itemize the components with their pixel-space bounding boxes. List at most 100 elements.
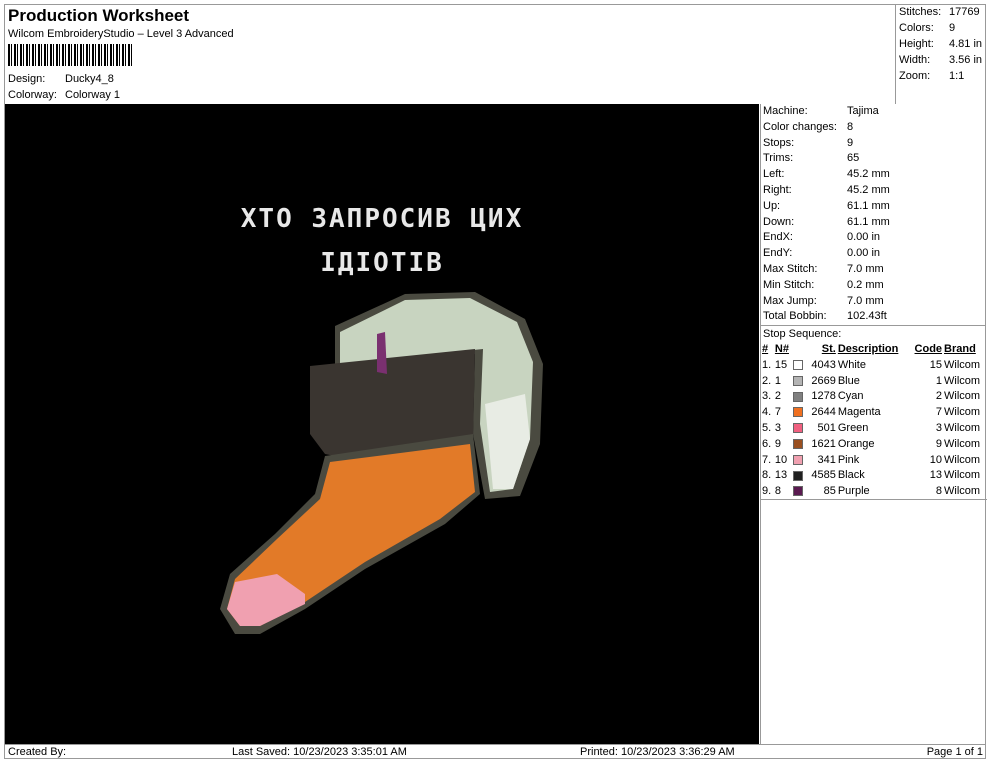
stop-index: 5. xyxy=(762,422,772,435)
machine-row: Machine: Tajima xyxy=(761,104,986,120)
stop-sequence-title: Stop Sequence: xyxy=(761,325,986,341)
colorway: Colorway: Colorway 1 xyxy=(8,89,120,101)
column-header: Description xyxy=(837,343,899,356)
design-name: Design: Ducky4_8 xyxy=(8,73,114,85)
design-label: Design: xyxy=(8,73,46,85)
color-description: Purple xyxy=(837,484,870,497)
stat-label: Height: xyxy=(899,38,934,50)
stat-label: Stitches: xyxy=(899,6,942,18)
stop-row: 9. 8 85 Purple 8 Wilcom xyxy=(761,483,987,499)
stop-row: 2. 1 2669 Blue 1 Wilcom xyxy=(761,373,987,389)
machine-row: Up: 61.1 mm xyxy=(761,199,986,215)
page-title: Production Worksheet xyxy=(8,6,190,25)
brand: Wilcom xyxy=(944,358,981,371)
color-code: 9 xyxy=(935,437,943,450)
needle-number: 7 xyxy=(774,406,782,419)
stitch-count: 341 xyxy=(817,453,836,466)
brand: Wilcom xyxy=(944,453,981,466)
stat-value: 1:1 xyxy=(949,70,965,82)
machine-label: EndX: xyxy=(763,231,793,244)
stat-label: Zoom: xyxy=(899,70,931,82)
color-swatch-cell xyxy=(792,436,806,452)
color-description: Black xyxy=(837,469,865,482)
printed-date: Printed: 10/23/2023 3:36:29 AM xyxy=(580,746,735,758)
page-number: Page 1 of 1 xyxy=(926,746,983,758)
machine-label: Total Bobbin: xyxy=(763,310,827,323)
color-swatch-cell xyxy=(792,420,806,436)
color-swatch-cell xyxy=(792,389,806,405)
machine-row: Max Stitch: 7.0 mm xyxy=(761,262,986,278)
stop-index: 3. xyxy=(762,390,772,403)
machine-label: Trims: xyxy=(763,152,794,165)
needle-number: 9 xyxy=(774,437,782,450)
stop-row: 4. 7 2644 Magenta 7 Wilcom xyxy=(761,404,987,420)
machine-value: 61.1 mm xyxy=(847,215,890,228)
machine-value: 102.43ft xyxy=(847,310,887,323)
needle-number: 13 xyxy=(774,469,788,482)
color-description: Pink xyxy=(837,453,860,466)
stop-row: 8. 13 4585 Black 13 Wilcom xyxy=(761,468,987,484)
machine-value: 45.2 mm xyxy=(847,168,890,181)
machine-row: Trims: 65 xyxy=(761,151,986,167)
color-description: Orange xyxy=(837,437,875,450)
brand: Wilcom xyxy=(944,422,981,435)
machine-value: 7.0 mm xyxy=(847,262,884,275)
software-subtitle: Wilcom EmbroideryStudio – Level 3 Advanc… xyxy=(8,28,234,40)
design-value: Ducky4_8 xyxy=(65,73,114,85)
machine-row: Total Bobbin: 102.43ft xyxy=(761,309,986,325)
brand: Wilcom xyxy=(944,484,981,497)
machine-row: Max Jump: 7.0 mm xyxy=(761,294,986,310)
color-code: 2 xyxy=(935,390,943,403)
stop-index: 7. xyxy=(762,453,772,466)
machine-label: Up: xyxy=(763,199,781,212)
stat-value: 3.56 in xyxy=(949,54,983,66)
stop-index: 1. xyxy=(762,358,772,371)
color-code: 7 xyxy=(935,406,943,419)
color-swatch-cell xyxy=(792,404,806,420)
stat-label: Colors: xyxy=(899,22,934,34)
machine-value: 7.0 mm xyxy=(847,294,884,307)
machine-value: 65 xyxy=(847,152,860,165)
machine-row: Stops: 9 xyxy=(761,136,986,152)
color-swatch-cell xyxy=(792,452,806,468)
barcode xyxy=(8,44,134,66)
brand: Wilcom xyxy=(944,406,981,419)
color-description: Magenta xyxy=(837,406,881,419)
machine-row: Right: 45.2 mm xyxy=(761,183,986,199)
stitch-count: 1621 xyxy=(811,437,836,450)
machine-value: 0.2 mm xyxy=(847,278,884,291)
stat-row: Stitches: 17769 xyxy=(896,4,986,20)
color-description: White xyxy=(837,358,866,371)
machine-label: Min Stitch: xyxy=(763,278,815,291)
brand: Wilcom xyxy=(944,390,981,403)
color-swatch xyxy=(793,359,804,370)
machine-label: EndY: xyxy=(763,247,793,260)
brand: Wilcom xyxy=(944,469,981,482)
machine-row: Color changes: 8 xyxy=(761,120,986,136)
color-description: Blue xyxy=(837,374,860,387)
color-swatch xyxy=(793,438,804,449)
stitch-count: 2644 xyxy=(811,406,836,419)
stat-row: Height: 4.81 in xyxy=(896,36,986,52)
color-swatch-cell xyxy=(792,373,806,389)
brand: Wilcom xyxy=(944,437,981,450)
color-description: Cyan xyxy=(837,390,864,403)
machine-label: Left: xyxy=(763,168,785,181)
machine-label: Max Jump: xyxy=(763,294,817,307)
colorway-value: Colorway 1 xyxy=(65,89,121,101)
machine-row: Left: 45.2 mm xyxy=(761,167,986,183)
color-code: 10 xyxy=(929,453,943,466)
machine-value: 45.2 mm xyxy=(847,183,890,196)
machine-row: EndY: 0.00 in xyxy=(761,246,986,262)
stop-row: 3. 2 1278 Cyan 2 Wilcom xyxy=(761,389,987,405)
stop-index: 4. xyxy=(762,406,772,419)
color-swatch xyxy=(793,470,804,481)
machine-label: Max Stitch: xyxy=(763,262,818,275)
color-swatch xyxy=(793,407,804,418)
color-swatch xyxy=(793,391,804,402)
needle-number: 10 xyxy=(774,453,788,466)
footer: Created By: Last Saved: 10/23/2023 3:35:… xyxy=(5,744,986,759)
stitch-count: 4585 xyxy=(811,469,836,482)
color-code: 8 xyxy=(935,484,943,497)
needle-number: 15 xyxy=(774,358,788,371)
